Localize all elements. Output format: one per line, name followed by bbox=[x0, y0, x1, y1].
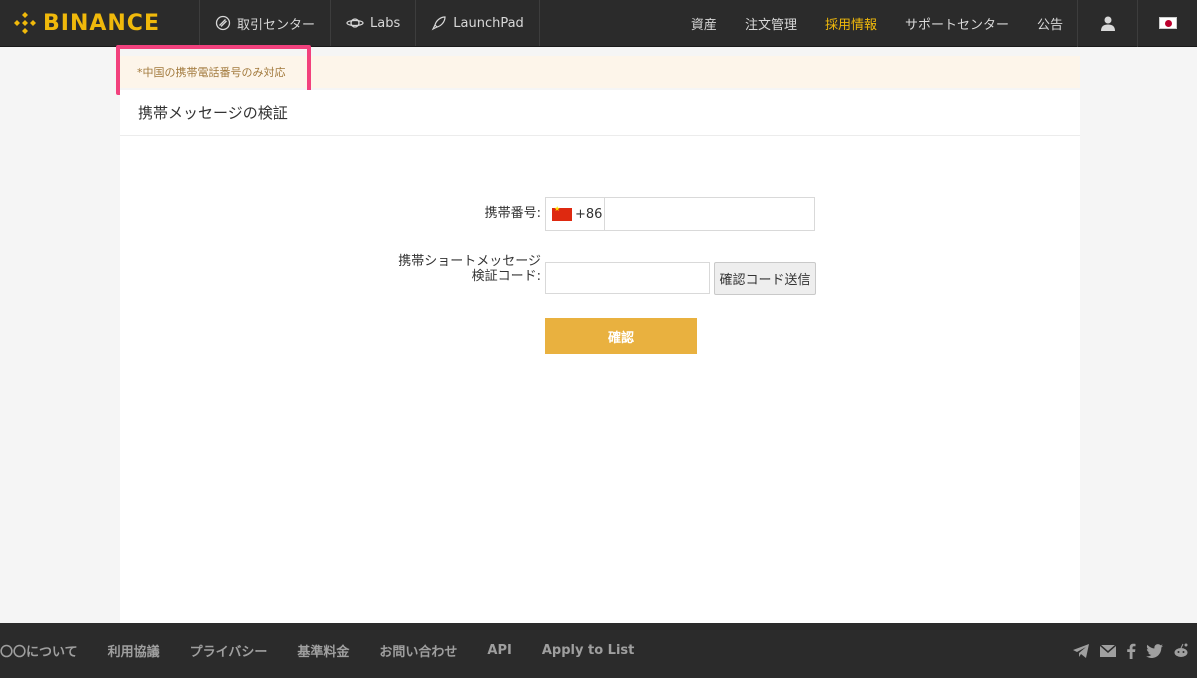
footer-link-privacy[interactable]: プライバシー bbox=[175, 641, 283, 660]
nav-exchange-label: 取引センター bbox=[237, 17, 316, 33]
footer: 〇〇について 利用協議 プライバシー 基準料金 お問い合わせ API Apply… bbox=[0, 623, 1197, 678]
nav-support[interactable]: サポートセンター bbox=[891, 0, 1023, 47]
footer-link-apply[interactable]: Apply to List bbox=[527, 643, 650, 658]
confirm-button[interactable]: 確認 bbox=[545, 318, 697, 354]
nav-orders[interactable]: 注文管理 bbox=[731, 0, 811, 47]
nav-left: 取引センター Labs LaunchPad bbox=[200, 0, 540, 46]
nav-right: 資産 注文管理 採用情報 サポートセンター 公告 bbox=[677, 0, 1197, 47]
nav-announcements[interactable]: 公告 bbox=[1023, 0, 1077, 47]
mail-icon[interactable] bbox=[1100, 644, 1116, 657]
footer-link-api[interactable]: API bbox=[472, 643, 526, 658]
phone-field-group: +86 bbox=[545, 197, 815, 231]
twitter-icon[interactable] bbox=[1146, 643, 1163, 658]
country-code: +86 bbox=[575, 206, 603, 222]
china-flag-icon bbox=[552, 205, 572, 221]
sms-verification-card: 携帯メッセージの検証 携帯番号: +86 携帯ショートメッセージ 検証コード: … bbox=[120, 90, 1080, 623]
notice-banner: *中国の携帯電話番号のみ対応 bbox=[120, 56, 1080, 88]
nav-assets[interactable]: 資産 bbox=[677, 0, 731, 47]
footer-link-contact[interactable]: お問い合わせ bbox=[364, 641, 472, 660]
sms-code-label-line2: 検証コード: bbox=[471, 269, 541, 284]
user-icon bbox=[1100, 16, 1115, 31]
top-navbar: BINANCE 取引センター Labs LaunchPad 資産 注文管理 採用… bbox=[0, 0, 1197, 47]
exchange-icon bbox=[215, 15, 231, 31]
footer-link-terms[interactable]: 利用協議 bbox=[93, 641, 175, 660]
notice-text: *中国の携帯電話番号のみ対応 bbox=[137, 66, 286, 79]
reddit-icon[interactable] bbox=[1173, 643, 1189, 658]
rocket-icon bbox=[431, 16, 446, 31]
country-code-selector[interactable]: +86 bbox=[546, 198, 605, 230]
nav-labs-label: Labs bbox=[370, 15, 401, 31]
language-selector[interactable] bbox=[1137, 0, 1197, 47]
send-code-button[interactable]: 確認コード送信 bbox=[714, 262, 816, 295]
telegram-icon[interactable] bbox=[1072, 643, 1090, 659]
binance-logo[interactable]: BINANCE bbox=[0, 0, 200, 46]
nav-careers[interactable]: 採用情報 bbox=[811, 0, 891, 47]
nav-launchpad-label: LaunchPad bbox=[453, 15, 524, 31]
binance-diamond-icon bbox=[14, 12, 36, 34]
footer-link-fees[interactable]: 基準料金 bbox=[282, 641, 364, 660]
logo-text: BINANCE bbox=[43, 10, 160, 36]
facebook-icon[interactable] bbox=[1126, 643, 1136, 659]
phone-label: 携帯番号: bbox=[484, 206, 541, 221]
account-button[interactable] bbox=[1077, 0, 1137, 47]
nav-labs[interactable]: Labs bbox=[331, 0, 417, 46]
sms-code-label: 携帯ショートメッセージ 検証コード: bbox=[340, 254, 541, 284]
nav-exchange[interactable]: 取引センター bbox=[200, 0, 332, 46]
page-title: 携帯メッセージの検証 bbox=[120, 90, 1080, 136]
footer-link-about[interactable]: 〇〇について bbox=[0, 641, 93, 660]
phone-input[interactable] bbox=[605, 198, 814, 230]
planet-icon bbox=[346, 18, 364, 28]
nav-launchpad[interactable]: LaunchPad bbox=[416, 0, 540, 46]
japan-flag-icon bbox=[1158, 17, 1177, 29]
social-links bbox=[1062, 643, 1197, 659]
sms-code-label-line1: 携帯ショートメッセージ bbox=[398, 254, 541, 269]
sms-code-input[interactable] bbox=[545, 262, 710, 294]
